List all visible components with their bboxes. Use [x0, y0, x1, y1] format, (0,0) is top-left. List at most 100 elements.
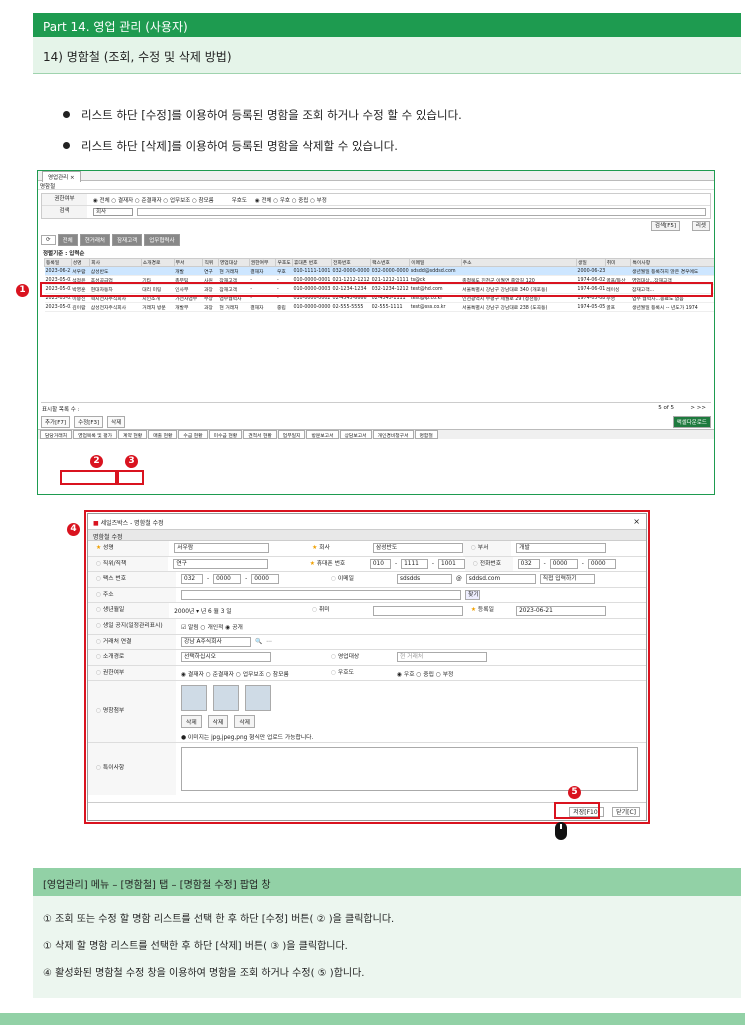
column-header[interactable]: 등록일	[44, 258, 72, 267]
table-cell: 010-1111-1001	[292, 266, 332, 276]
card-list-grid: 등록일 성명 회사 소개경로 부서 직위 영업대상 권한여부 우호도 휴대폰 번호 전화번호 팩스번호…	[41, 258, 714, 403]
column-header[interactable]: 주소	[460, 258, 577, 267]
sort-basis: 정렬기준 : 입력순	[43, 251, 85, 257]
column-header[interactable]: 성명	[70, 258, 91, 267]
add-button[interactable]: 추가[F7]	[41, 416, 71, 428]
table-cell: 032-0000-0000	[370, 266, 410, 276]
table-cell: 010-0000-0000	[292, 302, 332, 312]
column-header[interactable]: 팩스번호	[370, 258, 411, 267]
selected-row-highlight	[40, 282, 713, 297]
column-header[interactable]: 회사	[89, 258, 142, 267]
section-title: 14) 명함철 (조회, 수정 및 삭제 방법)	[33, 37, 741, 74]
edit-button-highlight	[60, 470, 117, 485]
delete-button[interactable]: 삭제	[107, 416, 126, 428]
table-row[interactable]: 2023-06-21 서우람 삼성반도 개발 연구 현 거래처 결재자 우호 010-1111-…	[44, 266, 714, 276]
table-cell: 생년월일 등록하지 않은 경우에도	[630, 266, 714, 276]
part-title: Part 14. 영업 관리 (사용자)	[33, 13, 741, 37]
marker-5: 5	[568, 786, 581, 799]
notes-title: [영업관리] 메뉴 – [명함철] 탭 – [명함철 수정] 팝업 창	[33, 868, 741, 896]
table-cell: 삼성전자주식회사	[89, 302, 142, 312]
column-header[interactable]: 우호도	[275, 258, 293, 267]
search-form: 권한여부 ◉ 전체 ○ 결재자 ○ 준결재자 ○ 업무보조 ○ 참모룸 우호도 …	[41, 193, 711, 219]
menu-tab[interactable]: 매출 현황	[148, 430, 178, 439]
tab-all[interactable]: 전체	[57, 233, 78, 246]
menu-tab[interactable]: 미수금 현황	[208, 430, 243, 439]
table-cell: 중립	[275, 302, 293, 312]
menu-tab[interactable]: 계약 현황	[118, 430, 148, 439]
table-cell	[605, 266, 631, 276]
menu-tab[interactable]: 영업목록 및 평가	[73, 430, 118, 439]
column-header[interactable]: 전화번호	[331, 258, 372, 267]
menu-tab[interactable]: 개인경비청구서	[372, 430, 414, 439]
column-header[interactable]: 권한여부	[248, 258, 277, 267]
table-cell: sdsdd@sddsd.com	[409, 266, 462, 276]
menu-tab[interactable]: 방문보고서	[306, 430, 339, 439]
marker-3: 3	[125, 455, 138, 468]
table-cell	[141, 266, 175, 276]
table-cell: 삼성반도	[89, 266, 142, 276]
table-cell: 과장	[202, 302, 219, 312]
search-type-select[interactable]: 회사	[93, 208, 133, 216]
note-line-3: ④ 활성화된 명함철 수정 창을 이용하여 명함을 조회 하거나 수정( ⑤ )…	[43, 968, 365, 979]
table-cell: 골프	[605, 302, 631, 312]
notes-body: ① 조회 또는 수정 할 명함 리스트를 선택 한 후 하단 [수정] 버튼( …	[33, 896, 741, 998]
column-header[interactable]: 영업대상	[217, 258, 250, 267]
column-header[interactable]: 생일	[575, 258, 606, 267]
table-cell: 02-555-5555	[331, 302, 371, 312]
column-header[interactable]: 취미	[604, 258, 632, 267]
page-nav[interactable]: > >>	[690, 405, 706, 411]
menu-tab[interactable]: 업무일지	[277, 430, 306, 439]
table-cell: 생년월일 등록시 -- 년도가 1974	[630, 302, 714, 312]
refresh-icon[interactable]: ⟳	[41, 234, 56, 245]
column-header[interactable]: 휴대폰 번호	[291, 258, 333, 267]
search-input[interactable]	[137, 208, 706, 216]
bottom-menu-tabs: 담당거래처 영업목록 및 평가 계약 현황 매출 현황 수금 현황 미수금 현황 견적서 현…	[38, 429, 714, 439]
auth-filter-radios[interactable]: ◉ 전체 ○ 결재자 ○ 준결재자 ○ 업무보조 ○ 참모룸	[93, 196, 214, 204]
menu-tab[interactable]: 수금 현황	[178, 430, 208, 439]
menu-tab[interactable]: 담당거래처	[40, 430, 73, 439]
table-cell: 거래처 방문	[141, 302, 175, 312]
note-line-2: ① 삭제 할 명함 리스트를 선택한 후 하단 [삭제] 버튼( ③ )을 클릭…	[43, 941, 348, 952]
bullet-icon	[63, 142, 70, 149]
table-cell: 032-0000-0000	[331, 266, 371, 276]
reset-button[interactable]: 리셋	[691, 221, 710, 231]
app-section-title: 명함철	[38, 181, 714, 190]
table-cell: 현 거래처	[218, 302, 250, 312]
table-row[interactable]: 2023-05-02 김이람 삼성전자주식회사 거래처 방문 개발부 과장 현 거래처 결재자…	[44, 302, 714, 312]
tab-prospects[interactable]: 잠재고객	[111, 233, 143, 246]
column-header[interactable]: 소개경로	[140, 258, 175, 267]
bullet-edit: 리스트 하단 [수정]를 이용하여 등록된 명함을 조회 하거나 수정 할 수 …	[63, 107, 462, 123]
table-cell: 02-555-1111	[370, 302, 410, 312]
menu-tab[interactable]: 상담보고서	[339, 430, 372, 439]
footer-bar	[0, 1013, 745, 1025]
table-cell: 서우람	[71, 266, 90, 276]
mouse-click-icon	[555, 822, 567, 840]
menu-tab[interactable]: 명함철	[414, 430, 438, 439]
table-cell: 우호	[275, 266, 293, 276]
menu-tab[interactable]: 견적서 현황	[243, 430, 277, 439]
marker-4: 4	[67, 523, 80, 536]
column-header[interactable]: 직위	[202, 258, 219, 267]
sales-app-screenshot: 영업관리 × 명함철 권한여부 ◉ 전체 ○ 결재자 ○ 준결재자 ○ 업무보조…	[37, 170, 715, 495]
page-count-label: 표시할 목록 수 :	[42, 407, 80, 413]
table-cell: 개발	[174, 266, 203, 276]
category-tabs: ⟳ 전체 현거래처 잠재고객 업무협력사	[38, 233, 714, 246]
save-button-highlight	[554, 802, 600, 819]
column-header[interactable]: 이메일	[409, 258, 462, 267]
marker-2: 2	[90, 455, 103, 468]
edit-button[interactable]: 수정[F3]	[74, 416, 104, 428]
module-tab[interactable]: 영업관리 ×	[42, 171, 81, 182]
table-cell: 김이람	[71, 302, 90, 312]
note-line-1: ① 조회 또는 수정 할 명함 리스트를 선택 한 후 하단 [수정] 버튼( …	[43, 914, 395, 925]
search-button[interactable]: 검색[F5]	[650, 221, 680, 231]
table-cell	[461, 266, 577, 276]
priority-filter-radios[interactable]: ◉ 전체 ○ 우호 ○ 중립 ○ 부정	[255, 196, 327, 204]
priority-label: 우호도	[231, 197, 247, 204]
column-header[interactable]: 부서	[173, 258, 204, 267]
tab-partners[interactable]: 업무협력사	[144, 233, 180, 246]
table-cell: 1974-05-05	[576, 302, 606, 312]
column-header[interactable]: 특이사항	[630, 258, 714, 267]
dialog-highlight	[84, 510, 650, 824]
tab-current-clients[interactable]: 현거래처	[79, 233, 110, 246]
excel-download-button[interactable]: 액셀다운로드	[672, 416, 711, 428]
